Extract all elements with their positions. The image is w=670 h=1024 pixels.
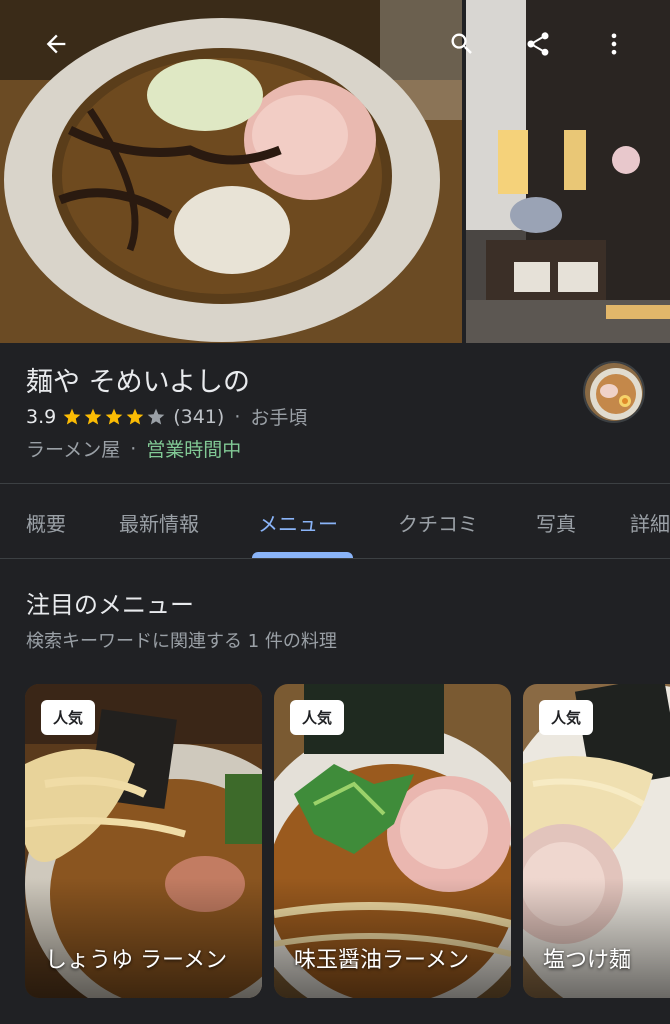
tab-overview[interactable]: 概要 (26, 508, 66, 537)
popular-badge: 人気 (290, 700, 345, 735)
storefront-photo[interactable] (466, 0, 670, 343)
share-icon[interactable] (518, 24, 558, 64)
category-row: ラーメン屋 · 営業時間中 (26, 435, 241, 462)
card-shade (523, 878, 670, 998)
tab-bar: 概要 最新情報 メニュー クチコミ 写真 詳細 (0, 484, 670, 558)
place-thumbnail[interactable] (583, 361, 645, 423)
tab-menu[interactable]: メニュー (258, 508, 338, 537)
popular-badge: 人気 (539, 700, 594, 735)
featured-menu-title: 注目のメニュー (26, 591, 194, 619)
review-count[interactable]: (341) (173, 406, 224, 428)
tabs-divider (0, 558, 670, 559)
more-vert-icon[interactable] (594, 24, 634, 64)
separator-dot: · (130, 437, 137, 460)
menu-item-name: 塩つけ麺 (543, 948, 632, 973)
star-filled-icon (84, 408, 102, 424)
menu-card[interactable]: 人気 しょうゆ ラーメン (25, 684, 262, 998)
menu-item-name: しょうゆ ラーメン (45, 948, 228, 973)
place-title: 麺や そめいよしの (26, 367, 251, 398)
card-shade (274, 878, 511, 998)
featured-menu-subtitle: 検索キーワードに関連する 1 件の料理 (26, 631, 337, 652)
separator-dot: · (234, 405, 241, 428)
star-filled-icon (105, 408, 123, 424)
price-level: お手頃 (250, 407, 308, 429)
back-arrow-icon[interactable] (36, 24, 76, 64)
menu-card[interactable]: 人気 塩つけ麺 (523, 684, 670, 998)
menu-card[interactable]: 人気 味玉醤油ラーメン (274, 684, 511, 998)
rating-value: 3.9 (26, 405, 57, 428)
tab-updates[interactable]: 最新情報 (119, 508, 199, 537)
star-empty-icon (147, 408, 165, 424)
popular-badge: 人気 (41, 700, 96, 735)
menu-item-name: 味玉醤油ラーメン (294, 948, 470, 973)
star-filled-icon (126, 408, 144, 424)
tab-photos[interactable]: 写真 (536, 508, 576, 537)
tab-reviews[interactable]: クチコミ (398, 508, 478, 537)
star-filled-icon (63, 408, 81, 424)
open-status[interactable]: 営業時間中 (146, 435, 241, 462)
rating-stars (62, 407, 167, 427)
place-category: ラーメン屋 (26, 439, 121, 461)
tab-about[interactable]: 詳細 (630, 508, 670, 537)
rating-row[interactable]: 3.9 (341) · お手頃 (26, 403, 307, 430)
hero-photos[interactable] (0, 0, 670, 343)
card-shade (25, 878, 262, 998)
search-icon[interactable] (442, 24, 482, 64)
